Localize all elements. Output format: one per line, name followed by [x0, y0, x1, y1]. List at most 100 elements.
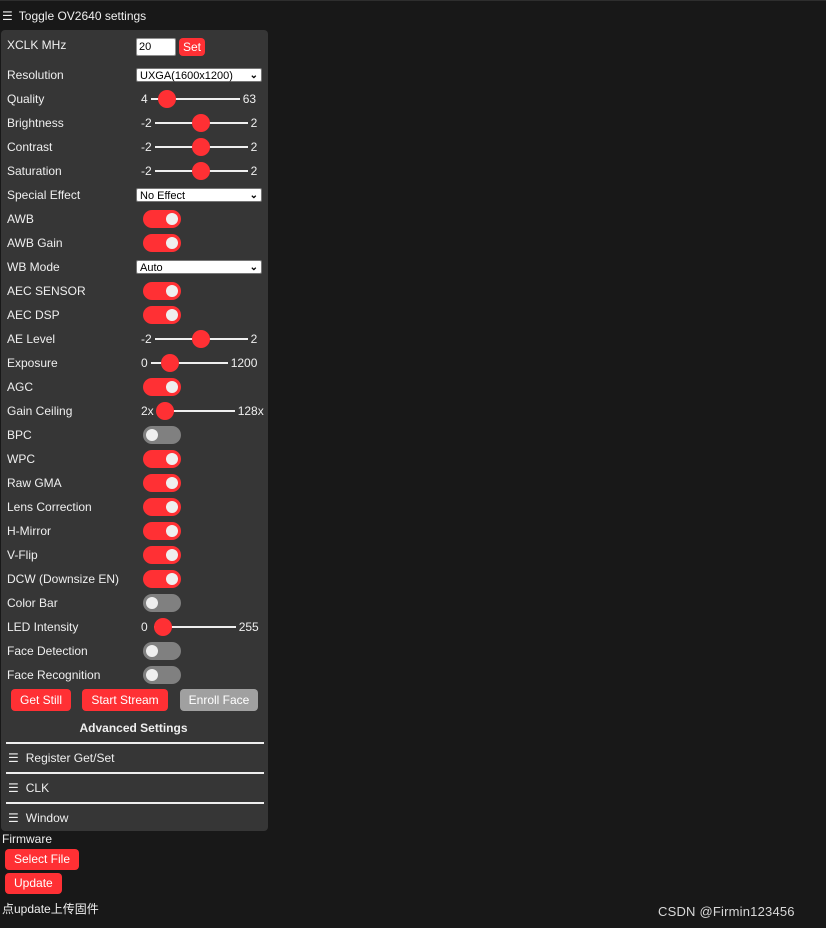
lens-correction-toggle[interactable] — [143, 498, 181, 516]
toggle-knob — [166, 453, 178, 465]
section-register-get-set[interactable]: ☰ Register Get/Set — [8, 750, 114, 766]
led-intensity-min: 0 — [141, 620, 148, 634]
awb-row: AWB — [7, 207, 265, 231]
raw-gma-toggle[interactable] — [143, 474, 181, 492]
bpc-toggle[interactable] — [143, 426, 181, 444]
wb-mode-label: WB Mode — [7, 260, 60, 274]
led-intensity-slider[interactable] — [153, 618, 236, 636]
gain-ceiling-min: 2x — [141, 404, 154, 418]
resolution-select[interactable]: UXGA(1600x1200) ⌄ — [136, 68, 262, 82]
led-intensity-slider-thumb[interactable] — [153, 618, 172, 636]
resolution-label: Resolution — [7, 68, 64, 82]
special-effect-select[interactable]: No Effect ⌄ — [136, 188, 262, 202]
exposure-slider[interactable] — [150, 354, 228, 372]
settings-toggle[interactable]: ☰ Toggle OV2640 settings — [2, 8, 146, 24]
chevron-down-icon: ⌄ — [249, 262, 258, 273]
hamburger-icon: ☰ — [2, 9, 13, 23]
enroll-face-button[interactable]: Enroll Face — [180, 689, 258, 711]
aec-dsp-toggle[interactable] — [143, 306, 181, 324]
exposure-max: 1200 — [230, 356, 258, 370]
awb-gain-label: AWB Gain — [7, 236, 63, 250]
face-detection-toggle[interactable] — [143, 642, 181, 660]
contrast-slider[interactable] — [154, 138, 248, 156]
toggle-knob — [166, 501, 178, 513]
v-flip-toggle[interactable] — [143, 546, 181, 564]
hamburger-icon: ☰ — [8, 751, 19, 765]
bpc-row: BPC — [7, 423, 265, 447]
dcw-label: DCW (Downsize EN) — [7, 572, 120, 586]
contrast-max: 2 — [250, 140, 258, 154]
ae-level-max: 2 — [250, 332, 258, 346]
quality-slider[interactable] — [150, 90, 240, 108]
chevron-down-icon: ⌄ — [249, 70, 258, 81]
section-register-label: Register Get/Set — [25, 751, 115, 765]
toggle-knob — [146, 645, 158, 657]
brightness-slider[interactable] — [154, 114, 248, 132]
contrast-slider-thumb[interactable] — [192, 138, 211, 156]
raw-gma-label: Raw GMA — [7, 476, 62, 490]
special-effect-value: No Effect — [140, 190, 186, 202]
saturation-min: -2 — [141, 164, 152, 178]
bpc-label: BPC — [7, 428, 32, 442]
awb-gain-toggle[interactable] — [143, 234, 181, 252]
divider — [6, 742, 264, 744]
brightness-row: Brightness -2 2 — [7, 111, 265, 135]
agc-row: AGC — [7, 375, 265, 399]
firmware-hint: 点update上传固件 — [2, 902, 99, 916]
face-recognition-toggle[interactable] — [143, 666, 181, 684]
toggle-knob — [146, 429, 158, 441]
agc-label: AGC — [7, 380, 34, 394]
quality-slider-thumb[interactable] — [157, 90, 176, 108]
saturation-slider[interactable] — [154, 162, 248, 180]
wb-mode-row: WB Mode Auto ⌄ — [7, 255, 265, 279]
toggle-knob — [146, 669, 158, 681]
firmware-label: Firmware — [2, 832, 52, 846]
xclk-input[interactable] — [136, 38, 176, 56]
saturation-slider-thumb[interactable] — [192, 162, 211, 180]
exposure-row: Exposure 0 1200 — [7, 351, 265, 375]
ae-level-slider-thumb[interactable] — [192, 330, 211, 348]
face-detection-label: Face Detection — [7, 644, 88, 658]
toggle-knob — [166, 573, 178, 585]
quality-row: Quality 4 63 — [7, 87, 265, 111]
section-clk[interactable]: ☰ CLK — [8, 780, 49, 796]
awb-toggle[interactable] — [143, 210, 181, 228]
resolution-row: Resolution UXGA(1600x1200) ⌄ — [7, 63, 265, 87]
toggle-knob — [166, 525, 178, 537]
aec-sensor-row: AEC SENSOR — [7, 279, 265, 303]
brightness-slider-thumb[interactable] — [192, 114, 211, 132]
raw-gma-row: Raw GMA — [7, 471, 265, 495]
xclk-set-button[interactable]: Set — [179, 38, 206, 56]
get-still-button[interactable]: Get Still — [11, 689, 71, 711]
select-file-button[interactable]: Select File — [5, 849, 80, 870]
agc-toggle[interactable] — [143, 378, 181, 396]
section-clk-label: CLK — [25, 781, 50, 795]
wb-mode-select[interactable]: Auto ⌄ — [136, 260, 262, 274]
start-stream-button[interactable]: Start Stream — [82, 689, 168, 711]
aec-dsp-row: AEC DSP — [7, 303, 265, 327]
awb-gain-row: AWB Gain — [7, 231, 265, 255]
color-bar-row: Color Bar — [7, 591, 265, 615]
update-button[interactable]: Update — [5, 873, 62, 894]
h-mirror-toggle[interactable] — [143, 522, 181, 540]
saturation-max: 2 — [250, 164, 258, 178]
gain-ceiling-slider-thumb[interactable] — [155, 402, 174, 420]
dcw-row: DCW (Downsize EN) — [7, 567, 265, 591]
hamburger-icon: ☰ — [8, 811, 19, 825]
contrast-min: -2 — [141, 140, 152, 154]
aec-sensor-toggle[interactable] — [143, 282, 181, 300]
toggle-knob — [166, 213, 178, 225]
ae-level-slider[interactable] — [154, 330, 248, 348]
wpc-row: WPC — [7, 447, 265, 471]
lens-correction-label: Lens Correction — [7, 500, 92, 514]
saturation-row: Saturation -2 2 — [7, 159, 265, 183]
wpc-toggle[interactable] — [143, 450, 181, 468]
exposure-slider-thumb[interactable] — [160, 354, 179, 372]
chevron-down-icon: ⌄ — [249, 190, 258, 201]
gain-ceiling-slider[interactable] — [155, 402, 235, 420]
toggle-knob — [146, 597, 158, 609]
color-bar-toggle[interactable] — [143, 594, 181, 612]
dcw-toggle[interactable] — [143, 570, 181, 588]
section-window[interactable]: ☰ Window — [8, 810, 68, 826]
toggle-knob — [166, 477, 178, 489]
